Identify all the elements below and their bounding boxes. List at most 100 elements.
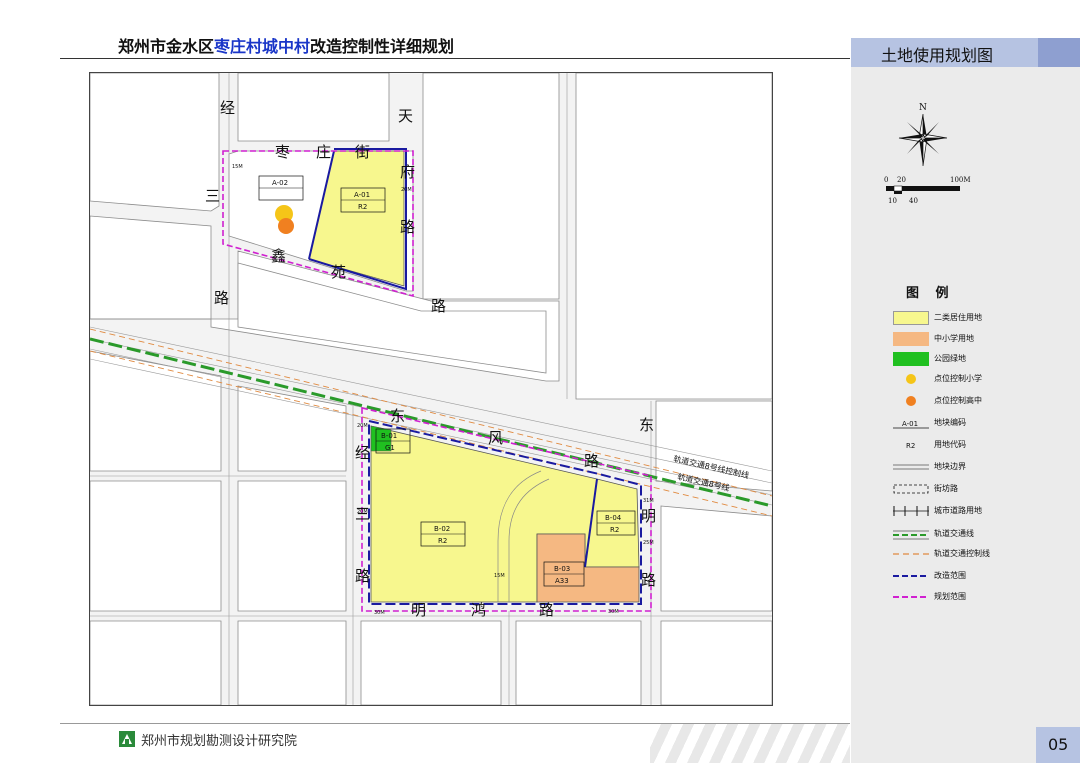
road-jing3-char: 路 (214, 289, 229, 307)
land-use-code-symbol: R2 (906, 442, 915, 450)
legend-item-rail-control-line: 轨道交通控制线 (893, 547, 1073, 561)
road-jing3-char: 路 (355, 567, 370, 585)
rail-control-line-symbol (893, 553, 929, 555)
width-label: 15M (494, 573, 505, 579)
header-divider (60, 58, 850, 59)
road-zaozhuang-char: 枣 (275, 143, 290, 161)
road-dongming-char: 路 (641, 571, 656, 589)
scale-label-100: 100M (950, 176, 971, 184)
title-highlight: 枣庄村城中村 (214, 37, 311, 56)
road-jing3-char: 经 (355, 444, 370, 462)
parcel-a01-use: R2 (358, 203, 367, 211)
legend-item-land-use-code: R2 用地代码 (893, 438, 1073, 452)
land-use-map: A-01 R2 A-02 B-01 G1 B-02 R2 B-03 A33 B-… (89, 72, 773, 706)
road-dongfeng-char: 路 (584, 452, 599, 470)
width-label: 20M (401, 187, 412, 193)
legend-item-primary-school-point: 点位控制小学 (893, 372, 1073, 386)
parcel-a02-code: A-02 (272, 179, 288, 187)
legend-item-park: 公园绿地 (893, 352, 1073, 366)
legend-item-residential: 二类居住用地 (893, 311, 1073, 325)
park-swatch (893, 352, 929, 366)
parcel-b01-code: B-01 (381, 432, 397, 440)
legend-item-high-school-point: 点位控制高中 (893, 394, 1073, 408)
legend-label: 点位控制小学 (934, 374, 982, 383)
north-label: N (919, 103, 927, 113)
planning-boundary-symbol (893, 596, 929, 598)
map-canvas: A-01 R2 A-02 B-01 G1 B-02 R2 B-03 A33 B-… (90, 73, 772, 705)
width-label: 20M (357, 509, 368, 515)
parcel-code-symbol: A-01 (893, 420, 929, 429)
road-dongfeng-char: 东 (390, 407, 405, 425)
scale-label-0: 0 (884, 176, 888, 184)
alley-symbol (893, 484, 929, 494)
legend-label: 改造范围 (934, 571, 966, 580)
width-label: 20M (357, 423, 368, 429)
road-minghong-char: 路 (539, 601, 554, 619)
institute-logo-icon (119, 731, 135, 747)
road-dongming-char: 东 (639, 416, 654, 434)
land-use-code-sample: R2 (906, 442, 915, 450)
width-label: 15M (232, 164, 243, 170)
legend-label: 规划范围 (934, 592, 966, 601)
title-part-2: 改造控制性详细规划 (310, 37, 455, 56)
parcel-code-sample: A-01 (902, 420, 918, 428)
yellow-dot-icon (906, 374, 916, 384)
scale-bar: 0 20 100M 10 40 (884, 176, 971, 205)
legend-item-school: 中小学用地 (893, 332, 1073, 346)
width-label: 30M (608, 609, 619, 615)
legend-item-parcel-code: A-01 地块编码 (893, 416, 1073, 430)
legend-item-planning-boundary: 规划范围 (893, 590, 1073, 604)
scale-label-10: 10 (888, 197, 897, 205)
page-title: 郑州市金水区枣庄村城中村改造控制性详细规划 (118, 33, 454, 57)
road-jing3-char: 三 (205, 187, 220, 205)
legend-label: 轨道交通线 (934, 529, 974, 538)
scale-label-40: 40 (909, 197, 918, 205)
parcel-b02-code: B-02 (434, 525, 450, 533)
width-label: 31M (643, 498, 654, 504)
legend-item-city-road: 城市道路用地 (893, 504, 1073, 518)
width-label: 30M (374, 610, 385, 616)
panel-header-accent (1038, 38, 1080, 67)
legend-label: 公园绿地 (934, 354, 966, 363)
residential-swatch (893, 311, 929, 325)
road-zaozhuang-char: 街 (355, 143, 370, 161)
road-tianfu-char: 府 (400, 163, 415, 181)
road-tianfu-char: 天 (398, 107, 413, 125)
legend-item-alley: 街坊路 (893, 482, 1073, 496)
road-xinyuan-char: 鑫 (271, 247, 286, 265)
legend-item-renovation-boundary: 改造范围 (893, 569, 1073, 583)
road-xinyuan-char: 苑 (331, 263, 346, 281)
road-zaozhuang-char: 庄 (316, 143, 331, 161)
road-jing3-char: 经 (220, 99, 235, 117)
school-swatch (893, 332, 929, 346)
title-part-1: 郑州市金水区 (118, 37, 215, 56)
panel-title: 土地使用规划图 (881, 46, 994, 65)
road-dongfeng-char: 风 (488, 429, 503, 447)
parcel-b03-use: A33 (555, 577, 569, 585)
legend-title: 图 例 (906, 286, 955, 301)
parcel-b04-code: B-04 (605, 514, 622, 522)
parcel-b04-use: R2 (610, 526, 619, 534)
legend-label: 地块编码 (934, 418, 966, 427)
legend-label: 轨道交通控制线 (934, 549, 990, 558)
legend-label: 用地代码 (934, 440, 966, 449)
legend-label: 点位控制高中 (934, 396, 982, 405)
road-dongming-char: 明 (641, 507, 656, 525)
north-arrow-icon: N (898, 103, 948, 167)
renovation-boundary-symbol (893, 575, 929, 577)
footer-decoration (650, 724, 850, 763)
city-road-symbol (893, 506, 929, 516)
legend-label: 中小学用地 (934, 334, 974, 343)
parcel-b01-use: G1 (385, 444, 395, 452)
road-minghong-char: 明 (411, 601, 426, 619)
legend-item-parcel-boundary: 地块边界 (893, 460, 1073, 474)
rail-line-symbol (893, 530, 929, 540)
institute-name: 郑州市规划勘测设计研究院 (141, 734, 298, 749)
legend-label: 地块边界 (934, 462, 966, 471)
road-minghong-char: 鸿 (471, 601, 486, 619)
high-school-point-icon (278, 218, 294, 234)
width-label: 25M (643, 540, 654, 546)
legend-label: 街坊路 (934, 484, 958, 493)
parcel-boundary-symbol (893, 464, 929, 470)
scale-label-20: 20 (897, 176, 906, 184)
